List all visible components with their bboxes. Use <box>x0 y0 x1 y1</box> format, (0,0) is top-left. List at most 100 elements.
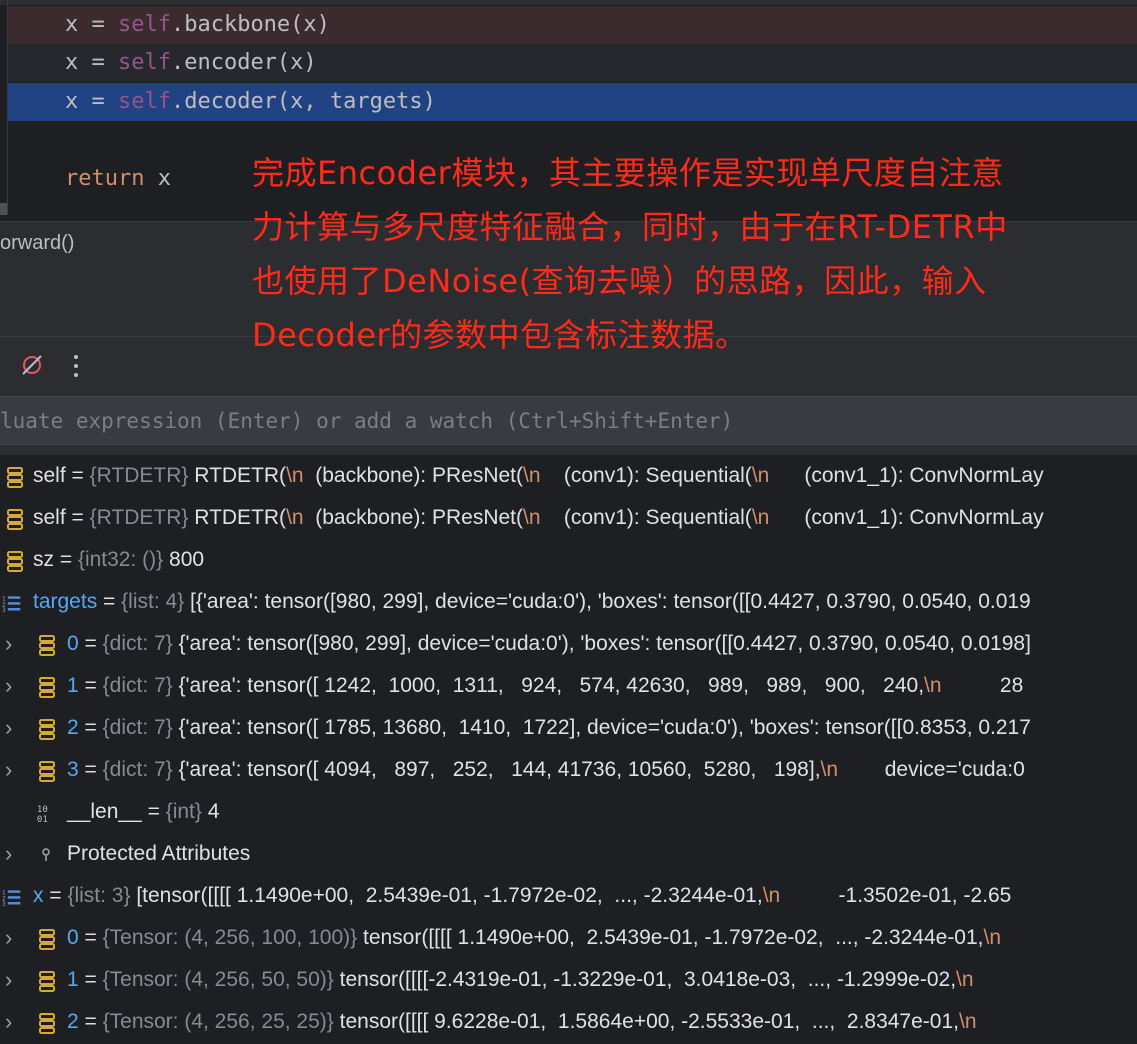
variable-row-targets-0[interactable]: › 0 = {dict: 7} {'area': tensor([980, 29… <box>0 623 1137 665</box>
code-line-backbone[interactable]: x = self.backbone(x) <box>8 6 1137 44</box>
variable-value: {'area': tensor([ 4094, 897, 252, 144, 4… <box>178 758 1025 781</box>
code-text: x <box>144 166 171 191</box>
code-text: .backbone(x) <box>170 12 330 37</box>
variable-type: {dict: 7} <box>102 758 173 781</box>
chevron-right-icon[interactable]: › <box>5 917 21 959</box>
variable-value: RTDETR(\n (backbone): PResNet(\n (conv1)… <box>194 464 1044 487</box>
breadcrumb[interactable]: orward() <box>0 232 74 255</box>
field-icon <box>7 551 23 572</box>
chevron-right-icon[interactable]: › <box>5 1001 21 1043</box>
variable-type: {list: 4} <box>121 590 185 613</box>
variable-value: 4 <box>207 800 220 823</box>
mute-breakpoints-icon[interactable] <box>20 353 44 377</box>
list-icon: 123 <box>2 596 21 614</box>
variable-row-x-1[interactable]: › 1 = {Tensor: (4, 256, 50, 50)} tensor(… <box>0 959 1137 1001</box>
variable-row-targets-1[interactable]: › 1 = {dict: 7} {'area': tensor([ 1242, … <box>0 665 1137 707</box>
variable-row-protected-attributes[interactable]: › Protected Attributes <box>0 833 1137 875</box>
variable-name: 2 <box>67 1010 79 1033</box>
variable-value: 800 <box>169 548 205 571</box>
variable-row-len[interactable]: 10 01 __len__ = {int} 4 <box>0 791 1137 833</box>
svg-text:3: 3 <box>2 608 6 614</box>
newline-escape: \n <box>924 674 942 697</box>
variable-name: __len__ <box>67 800 142 823</box>
field-icon <box>39 677 55 698</box>
newline-escape: \n <box>762 884 781 907</box>
variable-name: 0 <box>67 632 79 655</box>
field-icon <box>39 719 55 740</box>
chevron-right-icon[interactable]: › <box>5 623 21 665</box>
variable-type: {RTDETR} <box>89 464 189 487</box>
variable-row-x-2[interactable]: › 2 = {Tensor: (4, 256, 25, 25)} tensor(… <box>0 1001 1137 1043</box>
newline-escape: \n <box>286 506 304 529</box>
gutter-fold-marker <box>0 203 7 215</box>
key-icon <box>42 848 50 861</box>
variable-name: targets <box>33 590 98 613</box>
variable-name: self <box>33 506 66 529</box>
evaluate-expression-input[interactable]: luate expression (Enter) or add a watch … <box>0 396 1137 445</box>
code-line-decoder-selected[interactable]: x = self.decoder(x, targets) <box>8 83 1137 121</box>
variable-row-targets-3[interactable]: › 3 = {dict: 7} {'area': tensor([ 4094, … <box>0 749 1137 791</box>
variable-value: tensor([[[[-2.4319e-01, -1.3229e-01, 3.0… <box>339 968 974 991</box>
variable-row-self[interactable]: self = {RTDETR} RTDETR(\n (backbone): PR… <box>0 497 1137 539</box>
variable-name: sz <box>33 548 54 571</box>
chevron-right-icon[interactable]: › <box>5 959 21 1001</box>
variable-row-x[interactable]: 123 x = {list: 3} [tensor([[[[ 1.1490e+0… <box>0 875 1137 917</box>
svg-text:3: 3 <box>2 902 6 908</box>
newline-escape: \n <box>958 1010 977 1033</box>
variable-value: tensor([[[[ 1.1490e+00, 2.5439e-01, -1.7… <box>362 926 1002 949</box>
variables-tree: self = {RTDETR} RTDETR(\n (backbone): PR… <box>0 455 1137 1044</box>
variable-row-targets[interactable]: 123 targets = {list: 4} [{'area': tensor… <box>0 581 1137 623</box>
annotation-line: 也使用了DeNoise(查询去噪）的思路，因此，输入 <box>252 262 987 300</box>
newline-escape: \n <box>523 506 541 529</box>
variable-name: 1 <box>67 968 79 991</box>
binary-icon: 1001 <box>37 805 48 824</box>
svg-text:01: 01 <box>37 815 48 824</box>
field-icon <box>39 761 55 782</box>
variable-type: {Tensor: (4, 256, 25, 25)} <box>102 1010 334 1033</box>
newline-escape: \n <box>523 464 541 487</box>
code-text: .decoder(x, targets) <box>170 89 436 114</box>
variable-value: {'area': tensor([980, 299], device='cuda… <box>178 632 1031 655</box>
variable-type: {int32: ()} <box>77 548 164 571</box>
variable-type: {dict: 7} <box>102 716 173 739</box>
field-icon <box>39 635 55 656</box>
variable-name: self <box>33 464 66 487</box>
list-icon: 123 <box>2 890 21 908</box>
keyword-self: self <box>117 50 171 75</box>
more-options-icon[interactable] <box>66 352 86 380</box>
variable-row-x-0[interactable]: › 0 = {Tensor: (4, 256, 100, 100)} tenso… <box>0 917 1137 959</box>
variable-name: x <box>33 884 44 907</box>
keyword-return: return <box>65 166 145 191</box>
variable-type: {dict: 7} <box>102 632 173 655</box>
variable-row-targets-2[interactable]: › 2 = {dict: 7} {'area': tensor([ 1785, … <box>0 707 1137 749</box>
newline-escape: \n <box>956 968 974 991</box>
variable-value: [{'area': tensor([980, 299], device='cud… <box>190 590 1031 613</box>
code-text: x = <box>65 89 118 114</box>
variable-type: {int} <box>165 800 202 823</box>
annotation-text: 完成Encoder模块，其主要操作是实现单尺度自注意 力计算与多尺度特征融合，同… <box>252 146 1132 362</box>
chevron-right-icon[interactable]: › <box>5 707 21 749</box>
code-line-encoder[interactable]: x = self.encoder(x) <box>8 44 1137 82</box>
code-text: x = <box>65 12 118 37</box>
variable-value: RTDETR(\n (backbone): PResNet(\n (conv1)… <box>194 506 1044 529</box>
chevron-right-icon[interactable]: › <box>5 833 21 875</box>
annotation-line: Decoder的参数中包含标注数据。 <box>252 316 748 354</box>
variable-name: 2 <box>67 716 79 739</box>
variable-name: 3 <box>67 758 79 781</box>
variable-row-sz[interactable]: sz = {int32: ()} 800 <box>0 539 1137 581</box>
variable-name: 1 <box>67 674 79 697</box>
variable-type: {Tensor: (4, 256, 50, 50)} <box>102 968 334 991</box>
variable-type: {list: 3} <box>67 884 131 907</box>
editor-gutter <box>0 0 8 215</box>
field-icon <box>39 929 55 950</box>
variable-row-self[interactable]: self = {RTDETR} RTDETR(\n (backbone): PR… <box>0 455 1137 497</box>
chevron-right-icon[interactable]: › <box>5 665 21 707</box>
code-text: x = <box>65 50 118 75</box>
chevron-right-icon[interactable]: › <box>5 749 21 791</box>
variable-value: {'area': tensor([ 1785, 13680, 1410, 172… <box>178 716 1031 739</box>
svg-text:10: 10 <box>37 805 48 815</box>
code-text: .encoder(x) <box>170 50 317 75</box>
newline-escape: \n <box>983 926 1002 949</box>
annotation-line: 完成Encoder模块，其主要操作是实现单尺度自注意 <box>252 154 1004 192</box>
annotation-line: 力计算与多尺度特征融合，同时，由于在RT-DETR中 <box>252 208 1008 246</box>
